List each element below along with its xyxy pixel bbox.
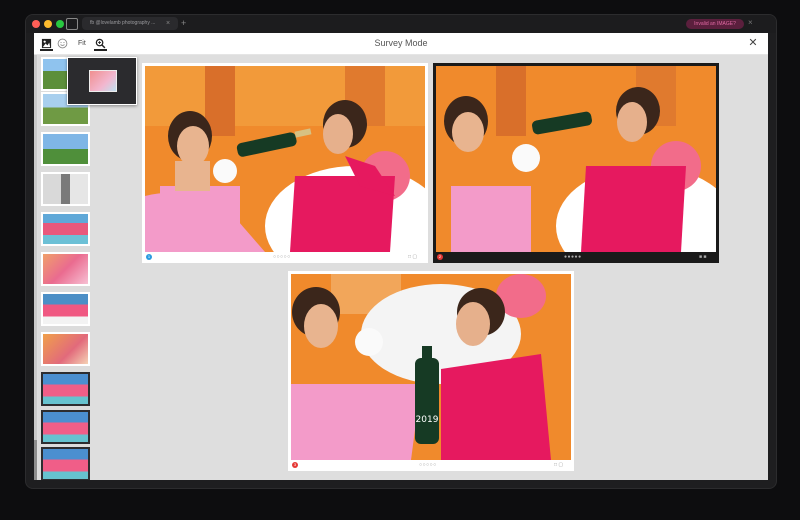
filmstrip-scrollbar[interactable] [34, 55, 37, 480]
index-badge: 1 [146, 254, 152, 260]
notification-pill[interactable]: Invalid an IMAGE? [686, 19, 744, 29]
thumbnail[interactable] [41, 132, 90, 166]
new-tab-button[interactable]: + [181, 17, 186, 30]
close-icon[interactable]: ✕ [746, 36, 760, 50]
thumbnail-hover-preview [67, 57, 137, 105]
thumbnail-selected[interactable] [41, 372, 90, 406]
thumbnail-selected[interactable] [41, 410, 90, 444]
thumbnail[interactable] [41, 212, 90, 246]
card-action-buttons[interactable]: □ ▢ [408, 254, 417, 260]
app-window: fb @lovelamb photography ... × + Invalid… [25, 14, 777, 489]
photo [436, 66, 716, 252]
photo-card-selected[interactable]: 2 ●●●●● ■ ■ [433, 63, 719, 263]
card-action-buttons[interactable]: □ ▢ [554, 462, 563, 468]
photo [145, 66, 425, 252]
index-badge-number: 2 [438, 254, 442, 259]
pill-close-icon[interactable]: × [748, 18, 753, 27]
bottle-label: 2019 [416, 415, 439, 425]
photo: 2019 [291, 274, 571, 460]
modal-header: Fit Survey Mode ✕ [34, 33, 768, 55]
filmstrip [38, 55, 90, 480]
index-badge-number: 3 [293, 462, 297, 467]
tab-close-icon[interactable]: × [166, 17, 170, 30]
thumbnail[interactable] [41, 292, 90, 326]
minimize-window-button[interactable] [44, 20, 52, 28]
scrollbar-thumb[interactable] [34, 440, 37, 480]
maximize-window-button[interactable] [56, 20, 64, 28]
wedding-photo [436, 66, 716, 252]
thumbnail[interactable] [41, 172, 90, 206]
thumbnail-selected[interactable] [41, 447, 90, 480]
browser-tab[interactable]: fb @lovelamb photography ... [82, 17, 178, 30]
photo-card[interactable]: 2019 3 ○○○○○ □ ▢ [288, 271, 574, 471]
rating-dots[interactable]: ○○○○○ [273, 254, 291, 260]
card-action-buttons[interactable]: ■ ■ [699, 254, 706, 260]
index-badge: 3 [292, 462, 298, 468]
wedding-photo [145, 66, 425, 252]
index-badge: 2 [437, 254, 443, 260]
preview-image [89, 70, 117, 92]
thumbnail[interactable] [41, 252, 90, 286]
wedding-photo: 2019 [291, 274, 571, 460]
photo-card[interactable]: 1 ○○○○○ □ ▢ [142, 63, 428, 263]
close-window-button[interactable] [32, 20, 40, 28]
survey-modal: Fit Survey Mode ✕ 1 ○○○○○ □ ▢ 2 ●●●●● ■ … [34, 33, 768, 480]
rating-dots[interactable]: ○○○○○ [419, 462, 437, 468]
browser-titlebar: fb @lovelamb photography ... × + Invalid… [26, 15, 776, 33]
sidebar-toggle-icon[interactable] [66, 18, 78, 30]
rating-dots[interactable]: ●●●●● [564, 254, 582, 260]
index-badge-number: 1 [147, 254, 151, 259]
modal-title: Survey Mode [374, 38, 428, 48]
thumbnail[interactable] [41, 332, 90, 366]
